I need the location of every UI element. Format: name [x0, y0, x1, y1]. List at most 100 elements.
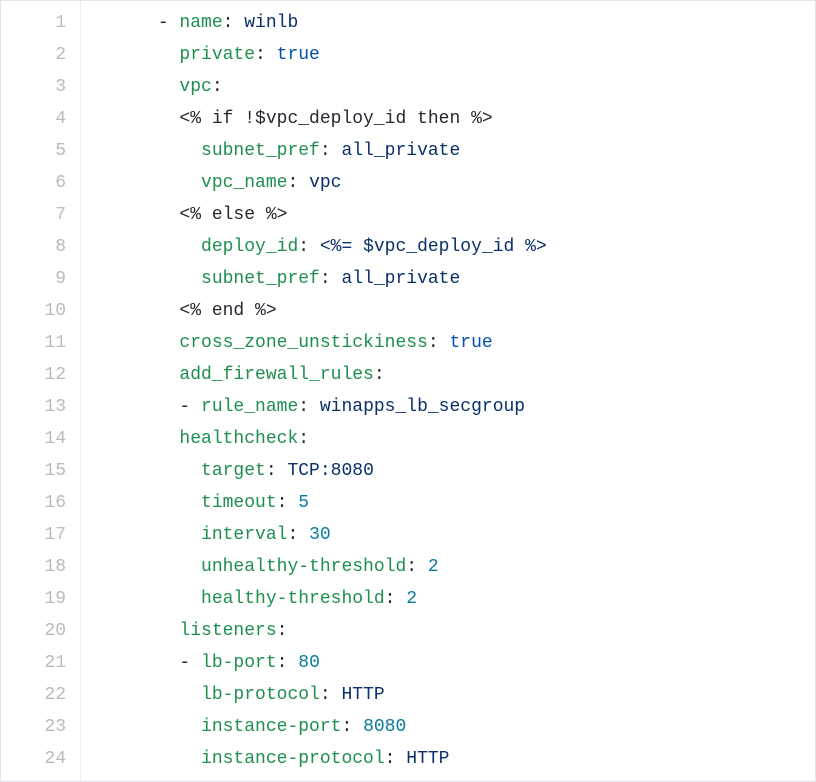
token-punc: :: [385, 589, 407, 609]
indent: [93, 685, 201, 705]
line-number: 21: [15, 647, 66, 679]
token-key: subnet_pref: [201, 269, 320, 289]
token-key: vpc: [179, 77, 211, 97]
token-key: vpc_name: [201, 173, 287, 193]
line-number: 16: [15, 487, 66, 519]
indent: [93, 621, 179, 641]
token-punc: :: [255, 45, 277, 65]
code-line: - lb-port: 80: [93, 647, 803, 679]
code-line: instance-protocol: HTTP: [93, 743, 803, 775]
token-punc: :: [341, 717, 363, 737]
indent: [93, 429, 179, 449]
token-punc: :: [212, 77, 223, 97]
token-key: add_firewall_rules: [179, 365, 373, 385]
code-line: vpc:: [93, 71, 803, 103]
token-key: private: [179, 45, 255, 65]
token-punc: :: [374, 365, 385, 385]
line-number: 20: [15, 615, 66, 647]
token-punc: :: [277, 653, 299, 673]
token-key: lb-port: [201, 653, 277, 673]
code-line: instance-port: 8080: [93, 711, 803, 743]
token-bool: true: [277, 45, 320, 65]
code-line: <% if !$vpc_deploy_id then %>: [93, 103, 803, 135]
code-line: cross_zone_unstickiness: true: [93, 327, 803, 359]
indent: [93, 365, 179, 385]
line-number: 7: [15, 199, 66, 231]
indent: [93, 109, 179, 129]
token-num: 80: [298, 653, 320, 673]
indent: [93, 77, 179, 97]
indent: [93, 205, 179, 225]
line-number: 15: [15, 455, 66, 487]
indent: [93, 237, 201, 257]
token-bool: true: [449, 333, 492, 353]
code-line: subnet_pref: all_private: [93, 135, 803, 167]
code-line: healthy-threshold: 2: [93, 583, 803, 615]
line-number: 23: [15, 711, 66, 743]
line-number: 12: [15, 359, 66, 391]
code-line: unhealthy-threshold: 2: [93, 551, 803, 583]
token-punc: :: [406, 557, 428, 577]
token-str: winlb: [244, 13, 298, 33]
indent: [93, 13, 158, 33]
line-number: 9: [15, 263, 66, 295]
token-key: instance-port: [201, 717, 341, 737]
indent: [93, 301, 179, 321]
token-key: instance-protocol: [201, 749, 385, 769]
indent: [93, 461, 201, 481]
indent: [93, 269, 201, 289]
indent: [93, 141, 201, 161]
line-number: 17: [15, 519, 66, 551]
token-punc: :: [428, 333, 450, 353]
line-number: 1: [15, 7, 66, 39]
indent: [93, 749, 201, 769]
token-punc: :: [298, 429, 309, 449]
indent: [93, 493, 201, 513]
token-key: timeout: [201, 493, 277, 513]
token-punc: :: [298, 397, 320, 417]
indent: [93, 557, 201, 577]
token-num: 8080: [363, 717, 406, 737]
token-key: lb-protocol: [201, 685, 320, 705]
token-plain: <% end %>: [179, 301, 276, 321]
code-line: vpc_name: vpc: [93, 167, 803, 199]
indent: [93, 589, 201, 609]
code-line: timeout: 5: [93, 487, 803, 519]
token-punc: :: [320, 141, 342, 161]
code-line: <% else %>: [93, 199, 803, 231]
line-number: 11: [15, 327, 66, 359]
indent: [93, 397, 179, 417]
token-key: cross_zone_unstickiness: [179, 333, 427, 353]
indent: [93, 653, 179, 673]
code-line: interval: 30: [93, 519, 803, 551]
indent: [93, 525, 201, 545]
indent: [93, 333, 179, 353]
token-key: interval: [201, 525, 287, 545]
token-key: rule_name: [201, 397, 298, 417]
token-plain: -: [158, 13, 180, 33]
token-key: target: [201, 461, 266, 481]
code-block: 123456789101112131415161718192021222324 …: [0, 0, 816, 782]
token-plain: <% if !$vpc_deploy_id then %>: [179, 109, 492, 129]
token-punc: :: [385, 749, 407, 769]
token-key: subnet_pref: [201, 141, 320, 161]
token-key: name: [179, 13, 222, 33]
token-plain: <% else %>: [179, 205, 287, 225]
token-key: listeners: [179, 621, 276, 641]
token-str: all_private: [341, 141, 460, 161]
line-number: 18: [15, 551, 66, 583]
token-punc: :: [266, 461, 288, 481]
token-punc: :: [223, 13, 245, 33]
token-punc: :: [277, 493, 299, 513]
token-num: 2: [428, 557, 439, 577]
code-content[interactable]: - name: winlb private: true vpc: <% if !…: [81, 1, 815, 781]
token-punc: :: [277, 621, 288, 641]
indent: [93, 717, 201, 737]
code-line: <% end %>: [93, 295, 803, 327]
line-number: 5: [15, 135, 66, 167]
token-str: HTTP: [341, 685, 384, 705]
line-number: 8: [15, 231, 66, 263]
token-plain: -: [179, 653, 201, 673]
token-key: healthy-threshold: [201, 589, 385, 609]
token-punc: :: [287, 173, 309, 193]
